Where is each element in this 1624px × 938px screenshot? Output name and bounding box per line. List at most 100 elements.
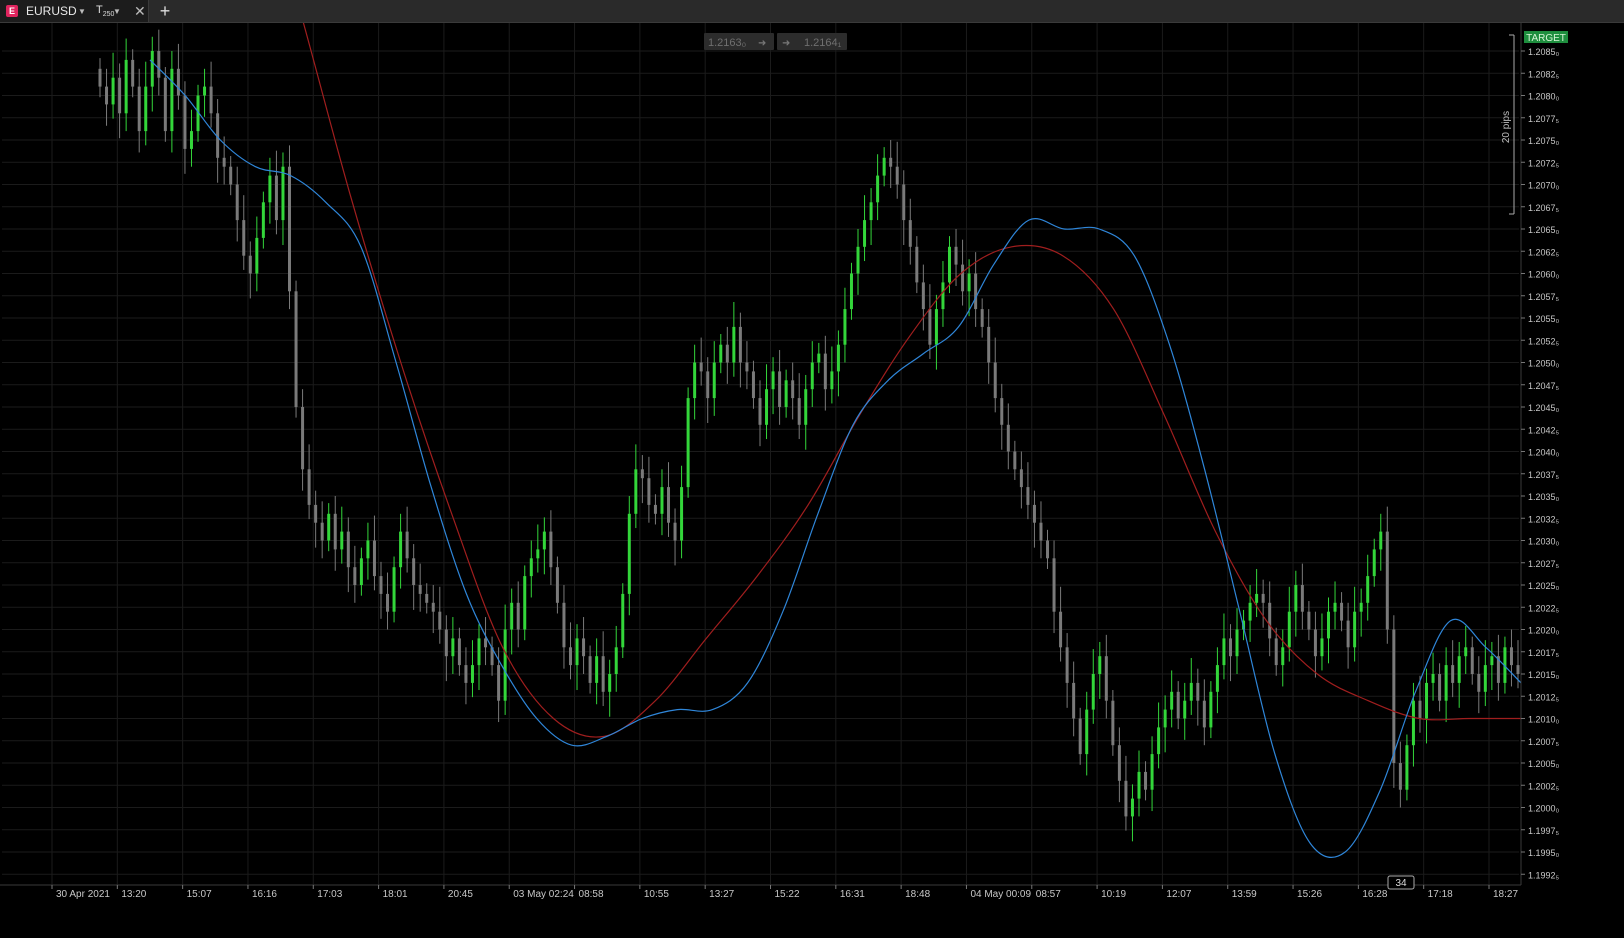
price-tick-label: 1.2085₀ [1528, 47, 1560, 57]
candle-body [791, 380, 795, 399]
candle [1006, 403, 1010, 470]
candle [588, 645, 592, 694]
candle-body [314, 504, 318, 523]
time-tick-label: 15:22 [775, 889, 800, 900]
chart-grid [2, 23, 1519, 885]
candle [470, 640, 474, 698]
candle [1157, 702, 1161, 769]
timeframe-dropdown-icon[interactable]: ▼ [113, 7, 121, 16]
candle-body [118, 77, 122, 114]
candle [823, 335, 827, 411]
candle-body [1078, 718, 1082, 755]
candle [791, 362, 795, 420]
candle-body [542, 531, 546, 550]
candle [575, 624, 579, 691]
candle [934, 294, 938, 370]
time-axis[interactable]: 30 Apr 2021 13:20 15:07 16:16 17:03 18:01 20:4… [0, 884, 1521, 900]
price-tick-label: 1.2027₅ [1528, 559, 1560, 569]
candle-body [1144, 771, 1148, 790]
candle-body [778, 371, 782, 407]
add-tab-icon[interactable]: + [156, 0, 174, 22]
candle-body [608, 674, 612, 692]
candle [1039, 501, 1043, 559]
candle [1026, 462, 1030, 520]
candle-body [320, 522, 324, 541]
candle [568, 622, 572, 680]
candle [418, 563, 422, 612]
candle-body [163, 77, 167, 132]
candle-body [712, 362, 716, 399]
buy-quote-button[interactable]: ➜ 1.2164₁ [777, 33, 847, 50]
candle [438, 586, 442, 644]
candle-body [1039, 522, 1043, 541]
chart-canvas[interactable]: 1.2163₀ ➜ ➜ 1.2164₁ 20 pips 1.2085₀1.208… [0, 0, 1624, 933]
time-tick-label: 12:07 [1166, 889, 1191, 900]
candle [804, 374, 808, 450]
candle [980, 298, 984, 338]
price-tick-label: 1.1997₅ [1528, 826, 1560, 836]
target-label: TARGET [1526, 33, 1566, 44]
candle-body [1189, 682, 1193, 701]
candle-body [1444, 665, 1448, 701]
candle-body [1248, 602, 1252, 621]
tab-eurusd[interactable]: E EURUSD ▼ T250 ▼ ✕ [0, 0, 149, 22]
timeframe-icon[interactable]: T250 [96, 4, 114, 18]
symbol-dropdown-icon[interactable]: ▼ [78, 7, 86, 16]
candle [1451, 640, 1455, 698]
chart-area[interactable]: 1.2163₀ ➜ ➜ 1.2164₁ 20 pips 1.2085₀ 1.208… [0, 0, 1624, 933]
candle [157, 29, 161, 96]
candle-body [595, 656, 599, 683]
candle [1294, 570, 1298, 637]
candle-body [1065, 647, 1069, 683]
candle-body [967, 273, 971, 292]
candle [725, 326, 729, 384]
candle-body [1509, 647, 1513, 666]
candle-body [418, 585, 422, 594]
candle [856, 229, 860, 295]
candle-body [189, 131, 193, 149]
time-tick-label: 15:07 [187, 889, 212, 900]
candle-body [98, 68, 102, 87]
price-tick-label: 1.2005₀ [1528, 759, 1560, 769]
candle-body [1157, 727, 1161, 755]
candle [340, 506, 344, 564]
price-tick-label: 1.2012₅ [1528, 692, 1560, 702]
candle-body [647, 478, 651, 505]
candle [1392, 615, 1396, 788]
symbol-label: EURUSD [26, 4, 77, 18]
candle-body [817, 353, 821, 363]
candle [1019, 451, 1023, 509]
time-tick-label: 18:27 [1493, 889, 1518, 900]
price-tick-label: 1.2032₅ [1528, 514, 1560, 524]
candle-body [575, 638, 579, 666]
time-tick-label: 13:59 [1232, 889, 1257, 900]
candle [1313, 611, 1317, 678]
candle [444, 615, 448, 682]
price-tick-label: 1.2045₀ [1528, 403, 1560, 413]
candle-body [961, 264, 965, 292]
price-tick-label: 1.2037₅ [1528, 470, 1560, 480]
candle-body [902, 184, 906, 221]
candle-body [1320, 638, 1324, 657]
candle [144, 61, 148, 146]
candle-body [1228, 638, 1232, 657]
candle [660, 469, 664, 536]
candle-body [1006, 424, 1010, 452]
price-axis[interactable]: 1.2085₀ 1.2082₅ 1.2080₀ 1.2077₅ 1.2075₀ 1.207… [1520, 23, 1560, 885]
time-tick-label: 15:26 [1297, 889, 1322, 900]
price-tick-label: 1.2052₅ [1528, 336, 1560, 346]
sell-quote-button[interactable]: 1.2163₀ ➜ [704, 33, 774, 50]
candle-body [105, 86, 109, 105]
candle [288, 145, 292, 310]
candle [484, 617, 488, 666]
time-tick-label: 18:01 [383, 889, 408, 900]
candle-body [1372, 549, 1376, 577]
candle-body [431, 602, 435, 612]
candle-body [921, 282, 925, 310]
candle-body [203, 86, 207, 96]
timeframe-letter: T [96, 3, 103, 16]
close-tab-icon[interactable]: ✕ [134, 3, 146, 20]
candle-body [1340, 602, 1344, 621]
candle [163, 67, 167, 142]
candle-body [614, 647, 618, 674]
